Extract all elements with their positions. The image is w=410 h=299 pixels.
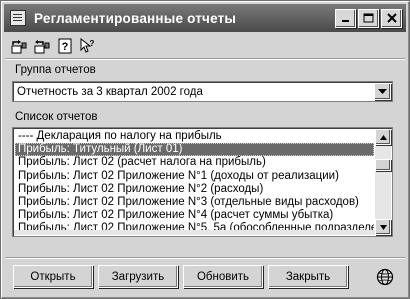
toolbar: ? ? [9,36,98,56]
minimize-icon [341,20,349,22]
list-item[interactable]: Прибыль: Лист 02 (расчет налога на прибы… [15,156,374,169]
report-group-select[interactable]: Отчетность за 3 квартал 2002 года [12,81,393,102]
report-group-value: Отчетность за 3 квартал 2002 года [17,85,203,98]
list-item[interactable]: Прибыль: Лист 02 Приложение N°3 (отдельн… [15,196,374,209]
button-separator [5,257,405,259]
load-report-icon[interactable] [9,37,29,55]
close-button[interactable] [381,8,402,28]
scroll-thumb[interactable] [375,159,391,171]
help-icon[interactable]: ? [55,37,75,55]
scroll-down-button[interactable] [375,219,391,235]
open-button[interactable]: Открыть [13,265,93,288]
globe-help-icon[interactable] [375,267,395,287]
scroll-up-button[interactable] [375,129,391,145]
maximize-icon [363,13,374,23]
list-item[interactable]: ---- Декларация по налогу на прибыль [15,130,374,143]
minimize-button[interactable] [335,8,356,28]
save-report-icon[interactable] [32,37,52,55]
chevron-down-icon [378,88,387,94]
list-item[interactable]: Прибыль: Лист 02 Приложение N°4 (расчет … [15,209,374,222]
close-dialog-button[interactable]: Закрыть [268,265,348,288]
group-label: Группа отчетов [15,64,96,76]
report-window: Регламентированные отчеты ? ? Группа отч… [0,0,410,299]
vertical-scrollbar[interactable] [375,129,391,235]
window-title: Регламентированные отчеты [34,10,237,26]
list-item[interactable]: Прибыль: Лист 02 Приложение N°2 (расходы… [15,183,374,196]
maximize-button[interactable] [358,8,379,28]
svg-text:?: ? [90,39,95,48]
list-item[interactable]: Прибыль: Лист 02 Приложение N°1 (доходы … [15,170,374,183]
report-list-items: ---- Декларация по налогу на прибыль При… [15,130,374,236]
load-button[interactable]: Загрузить [98,265,178,288]
refresh-button[interactable]: Обновить [183,265,263,288]
dropdown-button[interactable] [374,83,391,100]
title-bar[interactable]: Регламентированные отчеты [4,4,406,32]
list-item-selected[interactable]: Прибыль: Титульный (Лист 01) [15,143,374,157]
svg-text:?: ? [62,41,69,53]
context-help-pointer-icon[interactable]: ? [78,37,98,55]
chevron-down-icon [379,224,387,230]
toolbar-separator [5,58,405,60]
horizontal-scrollbar[interactable] [14,230,375,235]
close-icon [386,13,397,23]
app-icon [10,10,26,26]
list-label: Список отчетов [15,111,98,123]
chevron-up-icon [379,134,387,140]
report-list[interactable]: ---- Декларация по налогу на прибыль При… [12,127,393,237]
